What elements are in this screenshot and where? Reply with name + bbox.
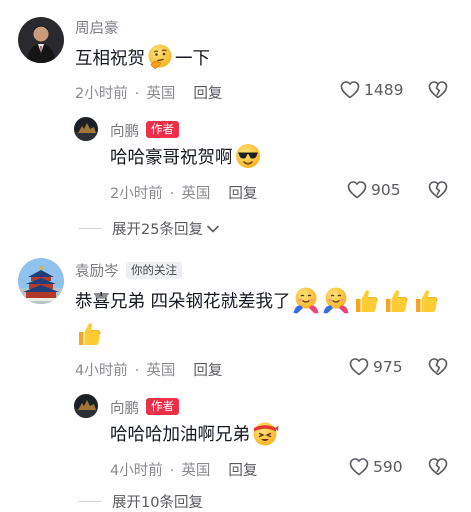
thumbs-up-icon <box>355 289 378 313</box>
comment-text: 哈哈哈加油啊兄弟 <box>110 418 280 452</box>
comment-text: 哈哈豪哥祝贺啊 <box>110 141 263 175</box>
comment-text-part: 一下 <box>175 49 210 69</box>
separator-dot: · <box>134 363 140 379</box>
expand-replies-button[interactable]: 展开25条回复 <box>78 218 220 239</box>
comment-text-part: 互相祝贺 <box>75 49 145 69</box>
like-button[interactable]: 1489 <box>340 80 403 100</box>
thumbs-up-icon <box>78 322 101 346</box>
broken-heart-icon <box>428 458 448 476</box>
hug-face-icon <box>292 286 319 314</box>
broken-heart-icon <box>428 181 448 199</box>
like-button[interactable]: 975 <box>349 357 403 377</box>
avatar[interactable] <box>18 17 64 63</box>
separator-dot: · <box>169 186 175 202</box>
dislike-button[interactable] <box>428 80 448 104</box>
comment-meta: 4小时前 · 英国 回复 <box>110 459 257 480</box>
avatar[interactable] <box>18 258 64 304</box>
comment-meta: 4小时前 · 英国 回复 <box>75 359 222 380</box>
thumbs-up-icon <box>385 289 408 313</box>
timestamp: 4小时前 <box>75 363 128 379</box>
heart-icon <box>340 81 360 99</box>
comment-text: 恭喜兄弟 四朵钢花就差我了 <box>75 285 441 319</box>
sunglasses-face-icon <box>234 143 261 169</box>
reply-button[interactable]: 回复 <box>228 459 257 480</box>
comment-meta: 2小时前 · 英国 回复 <box>75 82 222 103</box>
avatar[interactable] <box>74 117 98 141</box>
like-count: 905 <box>371 181 401 199</box>
username[interactable]: 向鹏 <box>110 120 139 141</box>
dislike-button[interactable] <box>428 357 448 381</box>
dislike-button[interactable] <box>428 457 448 481</box>
heart-icon <box>349 358 369 376</box>
comment-text-part: 恭喜兄弟 四朵钢花就差我了 <box>75 292 291 312</box>
author-badge: 作者 <box>146 121 179 138</box>
username[interactable]: 周启豪 <box>75 17 119 38</box>
expand-replies-button[interactable]: 展开10条回复 <box>78 491 203 512</box>
location: 英国 <box>181 463 211 479</box>
expand-replies-label: 展开10条回复 <box>112 495 203 511</box>
comment-text-continued <box>74 318 104 352</box>
comment-text-part: 哈哈豪哥祝贺啊 <box>110 148 233 168</box>
location: 英国 <box>146 363 176 379</box>
location: 英国 <box>181 186 211 202</box>
divider <box>78 501 102 502</box>
broken-heart-icon <box>428 81 448 99</box>
comment-text-part: 哈哈哈加油啊兄弟 <box>110 425 250 445</box>
following-badge: 你的关注 <box>126 262 182 279</box>
broken-heart-icon <box>428 358 448 376</box>
like-count: 1489 <box>364 81 404 99</box>
reply-button[interactable]: 回复 <box>228 182 257 203</box>
username[interactable]: 向鹏 <box>110 397 139 418</box>
heart-icon <box>349 458 369 476</box>
comment-text: 互相祝贺 一下 <box>75 42 210 76</box>
separator-dot: · <box>134 86 140 102</box>
divider <box>78 228 102 229</box>
like-count: 590 <box>373 458 403 476</box>
reply-button[interactable]: 回复 <box>193 359 222 380</box>
author-badge: 作者 <box>146 398 179 415</box>
expand-replies-label: 展开25条回复 <box>112 222 203 238</box>
thinking-face-icon <box>147 43 173 70</box>
like-button[interactable]: 905 <box>347 180 401 200</box>
timestamp: 2小时前 <box>75 86 128 102</box>
like-button[interactable]: 590 <box>349 457 403 477</box>
location: 英国 <box>146 86 176 102</box>
separator-dot: · <box>169 463 175 479</box>
reply-button[interactable]: 回复 <box>193 82 222 103</box>
username[interactable]: 袁励岑 <box>75 260 119 281</box>
dislike-button[interactable] <box>428 180 448 204</box>
thumbs-up-icon <box>415 289 438 313</box>
heart-icon <box>347 181 367 199</box>
headband-face-icon <box>252 421 279 447</box>
like-count: 975 <box>373 358 403 376</box>
chevron-down-icon <box>207 225 219 233</box>
timestamp: 4小时前 <box>110 463 163 479</box>
hug-face-icon <box>322 286 349 314</box>
timestamp: 2小时前 <box>110 186 163 202</box>
avatar[interactable] <box>74 394 98 418</box>
comment-meta: 2小时前 · 英国 回复 <box>110 182 257 203</box>
